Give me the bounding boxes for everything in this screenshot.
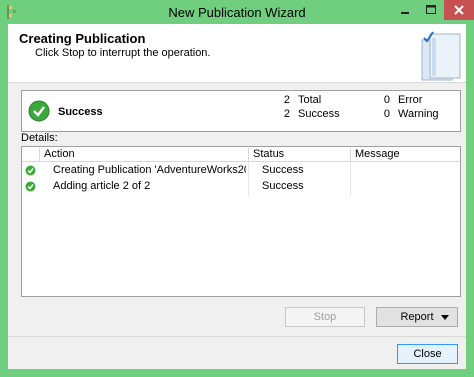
success-check-icon bbox=[25, 181, 36, 192]
table-row[interactable]: Adding article 2 of 2 Success bbox=[22, 179, 460, 194]
row-message bbox=[354, 179, 458, 194]
success-check-icon bbox=[28, 100, 50, 122]
error-count: 0 bbox=[383, 94, 390, 106]
summary-panel: Success 2 Total 2 Success 0 Error 0 Warn… bbox=[21, 90, 461, 132]
total-label: Total bbox=[298, 94, 322, 106]
minimize-icon bbox=[401, 12, 409, 14]
maximize-button[interactable] bbox=[418, 0, 444, 20]
window-close-button[interactable] bbox=[444, 0, 474, 20]
wizard-window: New Publication Wizard Creating Publicat… bbox=[0, 0, 474, 377]
row-status: Success bbox=[262, 164, 304, 176]
close-icon bbox=[454, 5, 464, 15]
page-title: Creating Publication bbox=[19, 31, 146, 46]
report-button[interactable]: Report bbox=[376, 307, 458, 327]
column-header-status[interactable]: Status bbox=[248, 148, 350, 161]
success-label: Success bbox=[298, 108, 340, 120]
table-row[interactable]: Creating Publication 'AdventureWorks2016… bbox=[22, 163, 460, 178]
grid-header: Action Status Message bbox=[22, 147, 460, 162]
column-header-message[interactable]: Message bbox=[350, 148, 460, 161]
column-header-action[interactable]: Action bbox=[39, 148, 248, 161]
error-label: Error bbox=[398, 94, 423, 106]
details-label: Details: bbox=[21, 132, 58, 144]
report-button-label: Report bbox=[400, 311, 434, 323]
row-message bbox=[354, 163, 458, 178]
summary-status: Success bbox=[58, 106, 103, 118]
publication-books-icon bbox=[421, 31, 461, 81]
total-count: 2 bbox=[283, 94, 290, 106]
row-action: Adding article 2 of 2 bbox=[53, 180, 151, 192]
warning-label: Warning bbox=[398, 108, 439, 120]
stop-button[interactable]: Stop bbox=[285, 307, 365, 327]
close-button[interactable]: Close bbox=[397, 344, 458, 364]
row-status: Success bbox=[262, 180, 304, 192]
wizard-header: Creating Publication Click Stop to inter… bbox=[8, 24, 466, 83]
page-subtitle: Click Stop to interrupt the operation. bbox=[35, 47, 211, 59]
row-action: Creating Publication 'AdventureWorks2016… bbox=[53, 164, 246, 176]
dropdown-arrow-icon bbox=[441, 315, 449, 320]
minimize-button[interactable] bbox=[392, 0, 418, 20]
details-grid[interactable]: Action Status Message Creating Publicati… bbox=[21, 146, 461, 297]
wizard-body: Creating Publication Click Stop to inter… bbox=[8, 24, 466, 369]
title-bar[interactable]: New Publication Wizard bbox=[0, 0, 474, 24]
success-count: 2 bbox=[283, 108, 290, 120]
warning-count: 0 bbox=[383, 108, 390, 120]
maximize-icon bbox=[426, 5, 436, 14]
success-check-icon bbox=[25, 165, 36, 176]
